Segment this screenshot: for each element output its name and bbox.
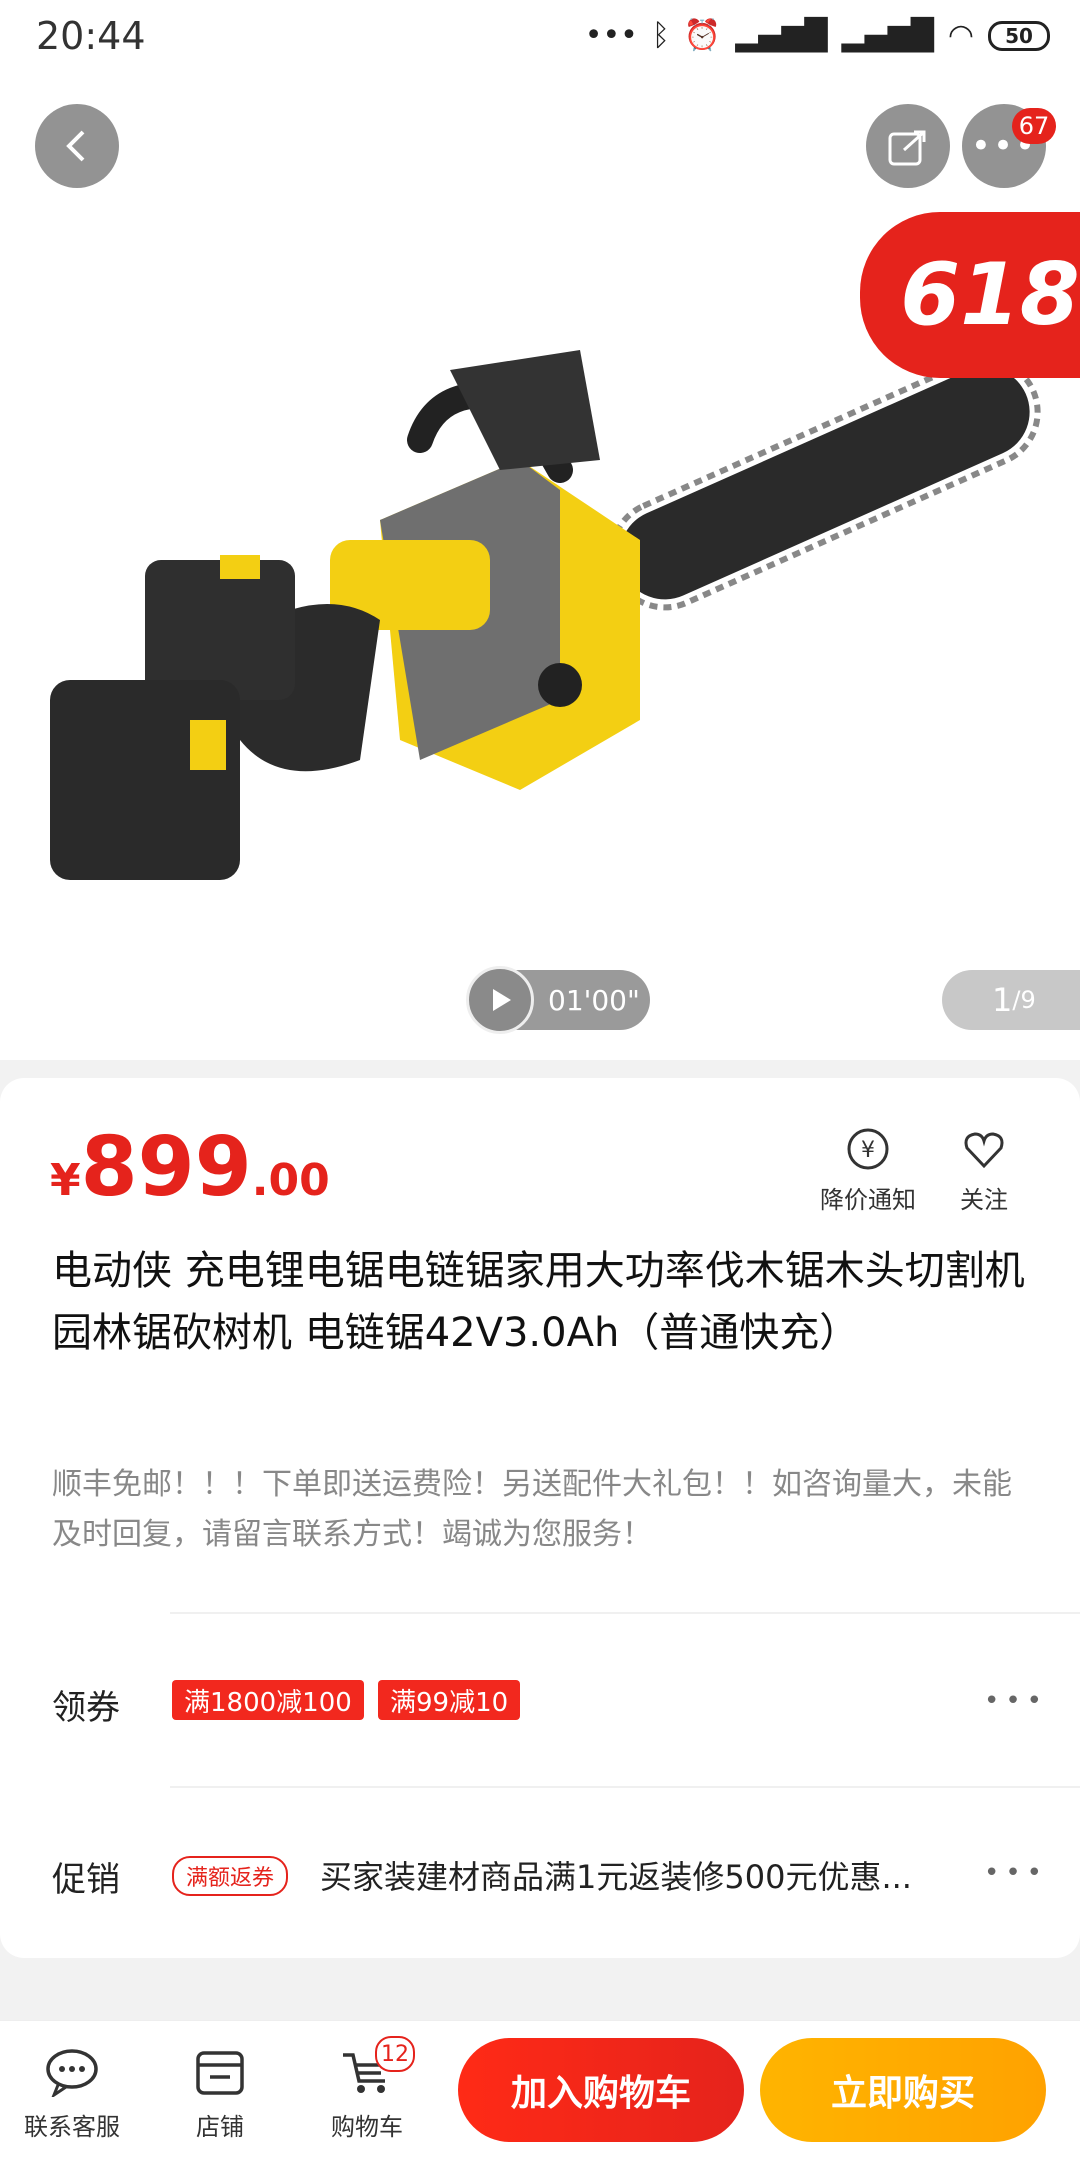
- store-button[interactable]: 店铺: [160, 2047, 280, 2142]
- signal-icon: ▂▄▆█: [735, 18, 828, 53]
- buy-now-button[interactable]: 立即购买: [760, 2038, 1046, 2142]
- follow-button[interactable]: 关注: [960, 1126, 1008, 1215]
- coupon-1[interactable]: 满1800减100: [172, 1680, 364, 1720]
- store-icon: [196, 2051, 244, 2095]
- coupon-more-icon[interactable]: •••: [984, 1686, 1048, 1716]
- coupon-row-label: 领券: [52, 1688, 120, 1728]
- message-count-badge: 67: [1012, 108, 1056, 144]
- back-button[interactable]: [35, 104, 119, 188]
- price-alert-label: 降价通知: [820, 1186, 916, 1214]
- heart-icon: [964, 1132, 1004, 1169]
- video-duration: 01'00": [548, 983, 640, 1017]
- pager-total: /9: [1012, 986, 1036, 1014]
- share-button[interactable]: [866, 104, 950, 188]
- more-dots-icon: •••: [584, 18, 638, 53]
- price-integer: 899: [80, 1120, 252, 1215]
- pager-current: 1: [992, 981, 1013, 1019]
- wifi-icon: ◠: [947, 18, 974, 53]
- product-title: 电动侠 充电锂电锯电链锯家用大功率伐木锯木头切割机园林锯砍树机 电链锯42V3.…: [52, 1248, 1025, 1356]
- video-play-button[interactable]: 01'00": [466, 966, 650, 1034]
- price: ¥899.00: [50, 1120, 330, 1215]
- divider: [170, 1612, 1080, 1614]
- yen-alert-icon: ¥: [847, 1128, 889, 1170]
- promotion-more-icon[interactable]: •••: [984, 1858, 1048, 1888]
- price-alert-button[interactable]: ¥ 降价通知: [820, 1126, 916, 1215]
- svg-text:¥: ¥: [861, 1138, 875, 1163]
- follow-label: 关注: [960, 1186, 1008, 1214]
- promotion-row-label: 促销: [52, 1860, 120, 1900]
- share-icon: [888, 130, 926, 166]
- battery-icon: 50: [988, 20, 1050, 51]
- coupon-2[interactable]: 满99减10: [378, 1680, 521, 1720]
- status-time: 20:44: [36, 14, 146, 58]
- divider: [170, 1786, 1080, 1788]
- chevron-left-icon: [66, 130, 85, 162]
- promo-618-badge: 618: [860, 212, 1080, 378]
- store-label: 店铺: [196, 2113, 244, 2141]
- status-bar: 20:44 ••• ᛒ ⏰ ▂▄▆█ ▂▄▆█ ◠ 50: [0, 0, 1080, 80]
- cart-count-badge: 12: [375, 2036, 415, 2072]
- promotion-tag: 满额返券: [172, 1856, 289, 1896]
- add-to-cart-button[interactable]: 加入购物车: [458, 2038, 744, 2142]
- cart-label: 购物车: [331, 2113, 403, 2141]
- chat-icon: [46, 2049, 98, 2097]
- product-subtitle: 顺丰免邮！！！下单即送运费险！另送配件大礼包！！如咨询量大，未能及时回复，请留言…: [52, 1467, 1012, 1552]
- customer-service-label: 联系客服: [24, 2113, 120, 2141]
- play-icon: [466, 966, 534, 1034]
- promotion-text[interactable]: 买家装建材商品满1元返装修500元优惠...: [320, 1852, 970, 1898]
- customer-service-button[interactable]: 联系客服: [12, 2047, 132, 2142]
- signal-icon-2: ▂▄▆█: [841, 18, 934, 53]
- bluetooth-icon: ᛒ: [651, 18, 670, 53]
- status-icons: ••• ᛒ ⏰ ▂▄▆█ ▂▄▆█ ◠ 50: [585, 18, 1050, 53]
- alarm-icon: ⏰: [683, 18, 722, 53]
- price-symbol: ¥: [50, 1155, 81, 1206]
- image-pager: 1 /9: [942, 970, 1080, 1030]
- price-decimal: .00: [251, 1155, 330, 1206]
